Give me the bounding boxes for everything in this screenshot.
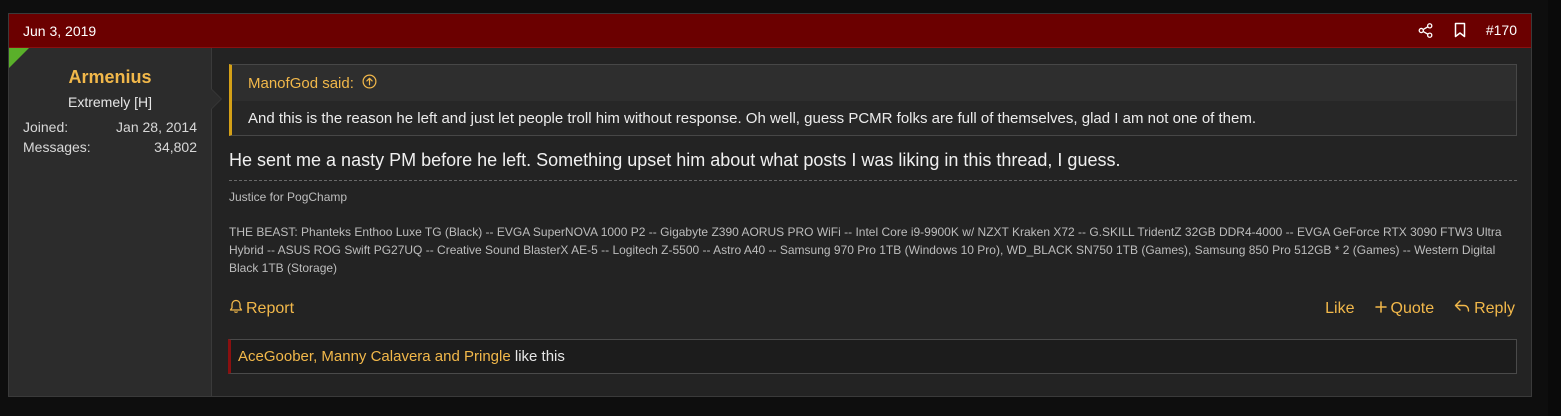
post-number-link[interactable]: #170	[1486, 22, 1517, 38]
joined-value: Jan 28, 2014	[116, 119, 197, 135]
post-header: Jun 3, 2019 #170	[9, 14, 1531, 48]
quote-author[interactable]: ManofGod said:	[248, 75, 354, 92]
page-edge	[1548, 0, 1561, 416]
bookmark-icon[interactable]	[1452, 21, 1468, 39]
user-title: Extremely [H]	[67, 94, 152, 110]
share-icon[interactable]	[1418, 21, 1434, 39]
liker-link[interactable]: AceGoober	[238, 348, 313, 365]
messages-value: 34,802	[154, 139, 197, 155]
user-joined: Joined: Jan 28, 2014	[23, 119, 197, 135]
like-button[interactable]: Like	[1325, 300, 1354, 318]
username-link[interactable]: Armenius	[9, 67, 211, 88]
post-date[interactable]: Jun 3, 2019	[23, 23, 96, 39]
alert-bell-icon	[229, 299, 243, 319]
quote-header[interactable]: ManofGod said:	[248, 74, 377, 93]
post-header-actions: #170	[1418, 21, 1517, 39]
report-label: Report	[246, 300, 295, 317]
signature-line: Justice for PogChamp	[229, 190, 348, 204]
plus-icon	[1374, 300, 1387, 318]
post-actions: Like Quote Reply	[1325, 299, 1515, 318]
reply-button[interactable]: Reply	[1454, 299, 1515, 318]
reactions-bar: AceGoober, Manny Calavera and Pringle li…	[228, 339, 1517, 374]
joined-label: Joined:	[23, 119, 69, 135]
report-button[interactable]: Report	[229, 299, 294, 319]
signature-specs: THE BEAST: Phanteks Enthoo Luxe TG (Blac…	[229, 225, 1502, 275]
messages-label: Messages:	[23, 139, 91, 155]
user-messages: Messages: 34,802	[23, 139, 197, 155]
reply-label: Reply	[1474, 299, 1515, 317]
quote-block: ManofGod said: And this is the reason he…	[229, 64, 1517, 136]
user-info-panel: Armenius Extremely [H] Joined: Jan 28, 2…	[9, 48, 222, 396]
like-label: Like	[1325, 299, 1355, 317]
quote-text: And this is the reason he left and just …	[232, 101, 1516, 135]
post-container: Jun 3, 2019 #170 Armenius Extremely [H] …	[8, 13, 1532, 397]
liker-link[interactable]: Pringle	[464, 348, 511, 365]
reply-arrow-icon	[1454, 299, 1470, 318]
go-to-quote-icon[interactable]	[362, 74, 377, 93]
quote-button[interactable]: Quote	[1374, 299, 1435, 318]
post-message: He sent me a nasty PM before he left. So…	[229, 150, 1121, 170]
liker-link[interactable]: Manny Calavera	[321, 348, 430, 365]
likes-suffix: like this	[510, 348, 565, 365]
quote-label: Quote	[1390, 299, 1435, 317]
user-status-marker	[9, 48, 29, 68]
signature-divider	[229, 180, 1517, 181]
